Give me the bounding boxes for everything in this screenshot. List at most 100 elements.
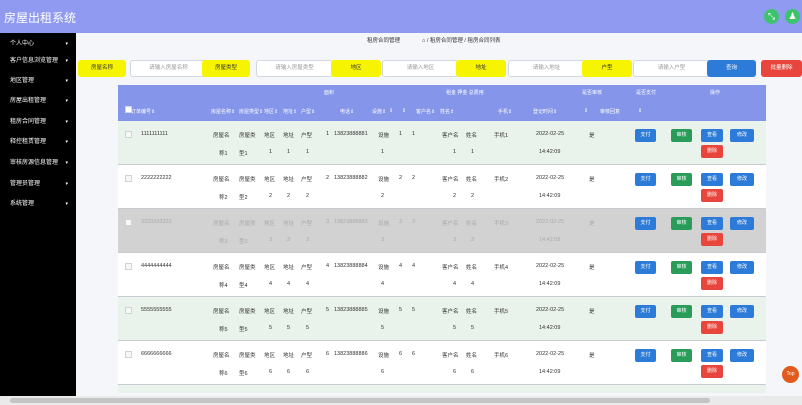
house-type: 房屋类 (239, 221, 256, 227)
sidebar-item-label: 释控租赁管理 (10, 139, 47, 145)
view-button[interactable]: 查看 (701, 305, 723, 318)
table-row[interactable]: 6666666666 房屋名 称6 房屋类 型6 地区 6 地址 6 户型 6 6 1382388888… (118, 341, 766, 385)
sidebar-item[interactable]: 租房合同管理 ▾ (0, 114, 76, 130)
column-header[interactable]: 房屋名称⇕ (211, 108, 235, 115)
view-button[interactable]: 查看 (701, 217, 723, 230)
pay-button[interactable]: 支付 (635, 173, 656, 186)
delete-button[interactable]: 删除 (701, 365, 723, 378)
sidebar-item[interactable]: 客户信息浏览管理 ▾ (0, 53, 76, 69)
facility: 4 (381, 281, 385, 287)
column-header[interactable]: 姓名⇕ (440, 108, 454, 115)
view-button[interactable]: 查看 (701, 261, 723, 274)
view-button[interactable]: 查看 (701, 173, 723, 186)
sidebar-item[interactable]: 系统管理 ▾ (0, 196, 76, 212)
facility: 设施 (378, 265, 390, 271)
column-header[interactable]: 订单编号⇕ (131, 108, 155, 115)
header-group-label: 是否审核 (582, 90, 603, 96)
batch-delete-button[interactable]: 批量删除 (761, 60, 802, 77)
delete-button[interactable]: 删除 (701, 277, 723, 290)
column-header[interactable]: 地区⇕ (264, 108, 278, 115)
breadcrumb[interactable]: ⌂ / 租房合同管理 / 租房合同列表 (422, 36, 501, 44)
sidebar-item[interactable]: 管理员管理 ▾ (0, 176, 76, 192)
column-header[interactable]: ⇕ (389, 108, 393, 114)
audit-button[interactable]: 审核 (671, 173, 692, 186)
edit-button[interactable]: 修改 (730, 349, 754, 362)
column-header[interactable]: 户型⇕ (301, 108, 315, 115)
view-button[interactable]: 查看 (701, 349, 723, 362)
sidebar-item[interactable]: 审核房源信息管理 ▾ (0, 155, 76, 171)
delete-button[interactable]: 删除 (701, 189, 723, 202)
table-row[interactable]: 3333333333 房屋名 称3 房屋类 型3 地区 3 地址 3 户型 3 3 1382388888… (118, 209, 766, 253)
sidebar-item[interactable]: 个人中心 ▾ (0, 36, 76, 52)
audit-button[interactable]: 审核 (671, 349, 692, 362)
column-header[interactable]: 房屋类型⇕ (239, 108, 263, 115)
query-button[interactable]: 查询 (707, 60, 756, 77)
audit-button[interactable]: 审核 (671, 129, 692, 142)
pay-button[interactable]: 支付 (635, 129, 656, 142)
column-header[interactable]: ⇕ (402, 108, 406, 114)
audit-status: 是 (589, 133, 595, 139)
table-row[interactable]: 1111111111 房屋名 称1 房屋类 型1 地区 1 地址 1 户型 1 1 1382388888… (118, 121, 766, 165)
row-checkbox[interactable] (125, 351, 132, 358)
row-checkbox[interactable] (125, 263, 132, 270)
column-header[interactable]: 手机⇕ (498, 108, 512, 115)
sidebar-item[interactable]: 释控租赁管理 ▾ (0, 134, 76, 150)
column-header[interactable]: 登记时间⇕ (533, 108, 557, 115)
search-label: 房屋类型 (202, 60, 250, 77)
edit-button[interactable]: 修改 (730, 261, 754, 274)
pay-button[interactable]: 支付 (635, 349, 656, 362)
search-input[interactable]: 请输入户型 (633, 60, 710, 77)
row-checkbox[interactable] (125, 219, 132, 226)
edit-button[interactable]: 修改 (730, 217, 754, 230)
search-input[interactable]: 请输入房屋类型 (256, 60, 333, 77)
scrollbar-thumb[interactable] (10, 398, 710, 403)
table-row[interactable]: 5555555555 房屋名 称5 房屋类 型5 地区 5 地址 5 户型 5 5 1382388888… (118, 297, 766, 341)
user-icon[interactable]: ♟ (785, 9, 800, 24)
view-button[interactable]: 查看 (701, 129, 723, 142)
column-header[interactable]: 设施⇕ (372, 108, 386, 115)
audit-button[interactable]: 审核 (671, 261, 692, 274)
phone: 13823888884 (334, 263, 368, 269)
person-name: 4 (471, 281, 475, 287)
table-row[interactable]: 2222222222 房屋名 称2 房屋类 型2 地区 2 地址 2 户型 2 2 1382388888… (118, 165, 766, 209)
sidebar-item-label: 地区管理 (10, 78, 35, 84)
chevron-down-icon: ▾ (65, 98, 68, 104)
customer-name: 客户名 (442, 309, 459, 315)
row-checkbox[interactable] (125, 175, 132, 182)
audit-button[interactable]: 审核 (671, 217, 692, 230)
phone: 13823888882 (334, 175, 368, 181)
row-checkbox[interactable] (125, 131, 132, 138)
search-input[interactable]: 请输入房屋名称 (130, 60, 207, 77)
person-name: 2 (471, 193, 475, 199)
sidebar-item[interactable]: 地区管理 ▾ (0, 73, 76, 89)
search-input[interactable]: 请输入地址 (508, 60, 585, 77)
column-header[interactable]: ⇕ (638, 108, 642, 114)
row-checkbox[interactable] (125, 307, 132, 314)
house-name: 房屋名 (213, 265, 230, 271)
search-input[interactable]: 请输入地区 (382, 60, 459, 77)
column-header[interactable]: 审核回复 (600, 108, 620, 115)
house-type: 房屋类 (239, 265, 256, 271)
pay-button[interactable]: 支付 (635, 217, 656, 230)
delete-button[interactable]: 删除 (701, 233, 723, 246)
table-row[interactable]: 20222251445169177558Z房屋名房屋类地区地址户型6138238… (118, 385, 766, 393)
pay-button[interactable]: 支付 (635, 305, 656, 318)
expand-icon[interactable]: ⤡ (764, 9, 779, 24)
edit-button[interactable]: 修改 (730, 173, 754, 186)
column-header[interactable]: 电话⇕ (340, 108, 354, 115)
column-header[interactable]: 客户名⇕ (416, 108, 435, 115)
sidebar-item[interactable]: 房屋出租管理 ▾ (0, 93, 76, 109)
pay-button[interactable]: 支付 (635, 261, 656, 274)
column-header[interactable]: 地址⇕ (283, 108, 297, 115)
address: 5 (287, 325, 291, 331)
back-to-top-button[interactable]: Top (782, 366, 799, 383)
edit-button[interactable]: 修改 (730, 129, 754, 142)
audit-button[interactable]: 审核 (671, 305, 692, 318)
delete-button[interactable]: 删除 (701, 321, 723, 334)
edit-button[interactable]: 修改 (730, 305, 754, 318)
column-header[interactable]: ⇕ (584, 108, 588, 114)
horizontal-scrollbar[interactable] (0, 396, 802, 405)
delete-button[interactable]: 删除 (701, 145, 723, 158)
table-row[interactable]: 4444444444 房屋名 称4 房屋类 型4 地区 4 地址 4 户型 4 4 1382388888… (118, 253, 766, 297)
facility: 设施 (378, 177, 390, 183)
